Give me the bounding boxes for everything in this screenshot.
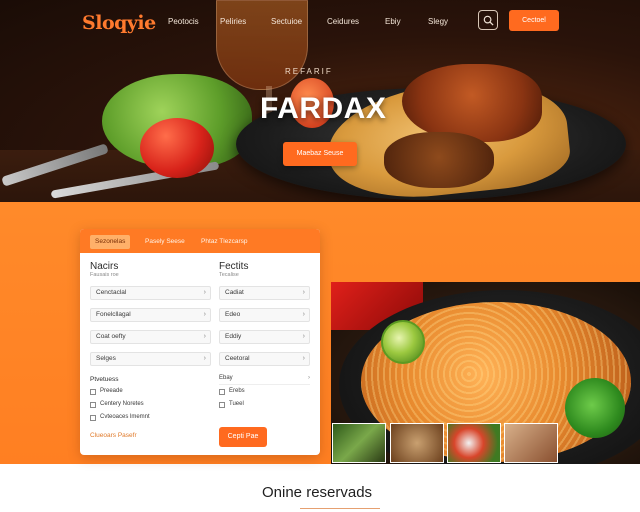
select-label: Coat oefty (96, 333, 126, 340)
checkbox-label: Preeade (100, 388, 123, 394)
nav-link-2[interactable]: Peliries (220, 17, 246, 26)
select-label: Fonelcllagal (96, 311, 131, 318)
tomato-image (140, 118, 214, 178)
right-select-3[interactable]: Eddiy › (219, 330, 310, 344)
left-column-subtitle: Fausais roe (90, 272, 119, 278)
option-row-label: Ebay (219, 375, 233, 381)
select-label: Edeo (225, 311, 241, 318)
checkbox-icon (90, 415, 96, 421)
left-select-3[interactable]: Coat oefty › (90, 330, 211, 344)
search-icon (483, 15, 494, 26)
site-logo[interactable]: Sloqyie (82, 12, 156, 34)
chevron-right-icon: › (302, 289, 305, 296)
right-column-subtitle: Tecalise (219, 272, 239, 278)
checkbox-icon (90, 402, 96, 408)
hero-button[interactable]: Maebaz Seuse (283, 142, 357, 166)
tab-2[interactable]: Pasely Seese (140, 235, 190, 249)
chevron-right-icon: › (203, 355, 206, 362)
right-column-heading: Fectits (219, 261, 249, 272)
checkbox-label: Centery Noretes (100, 401, 144, 407)
reservation-form-card: Sezonelas Pasely Seese Phtaz Tlezcarsp N… (80, 229, 320, 455)
select-label: Eddiy (225, 333, 242, 340)
nav-link-6[interactable]: Slegy (428, 17, 448, 26)
search-button[interactable] (478, 10, 498, 30)
option-row-3[interactable]: Tueel (219, 401, 310, 411)
checkbox-icon (219, 402, 225, 408)
left-select-1[interactable]: Cenctaclal › (90, 286, 211, 300)
options-section-label: Ptvetuess (90, 376, 119, 383)
option-checkbox-1[interactable]: Preeade (90, 388, 211, 398)
hero-kicker: REFARIF (285, 67, 333, 76)
checkbox-icon (90, 389, 96, 395)
right-select-1[interactable]: Cadiat › (219, 286, 310, 300)
option-checkbox-2[interactable]: Centery Noretes (90, 401, 211, 411)
option-checkbox-3[interactable]: Cvteoaces lmemnt (90, 414, 211, 424)
checkbox-label: Tueel (229, 401, 244, 407)
select-label: Cenctaclal (96, 289, 127, 296)
checkbox-icon (219, 389, 225, 395)
select-label: Ceetoral (225, 355, 250, 362)
gallery-thumbnail-1[interactable] (332, 423, 386, 463)
chevron-right-icon: › (203, 333, 206, 340)
lime-image (381, 320, 425, 364)
gallery-thumbnail-3[interactable] (447, 423, 501, 463)
left-select-2[interactable]: Fonelcllagal › (90, 308, 211, 322)
left-column-heading: Nacirs (90, 261, 119, 272)
form-footnote-link[interactable]: Clueoars Pasefr (90, 432, 137, 439)
option-row-2[interactable]: Erebs (219, 388, 310, 398)
chevron-right-icon: › (302, 355, 305, 362)
chevron-right-icon: › (302, 333, 305, 340)
chevron-right-icon: › (203, 289, 206, 296)
checkbox-label: Erebs (229, 388, 245, 394)
gallery-thumbnail-2[interactable] (390, 423, 444, 463)
nav-link-5[interactable]: Ebiy (385, 17, 401, 26)
nav-link-1[interactable]: Peotocis (168, 17, 199, 26)
section-title: Onine reservads (262, 484, 373, 501)
right-select-2[interactable]: Edeo › (219, 308, 310, 322)
chevron-right-icon: › (203, 311, 206, 318)
header-cta-button[interactable]: Cectoel (509, 10, 559, 31)
wine-glass-image (216, 0, 308, 90)
gallery-thumbnail-4[interactable] (504, 423, 558, 463)
meat-filling-image (402, 64, 542, 142)
nav-link-3[interactable]: Sectuioe (271, 17, 302, 26)
hero-banner: Sloqyie Peotocis Peliries Sectuioe Ceidu… (0, 0, 640, 202)
hero-title: FARDAX (260, 92, 387, 125)
tab-1[interactable]: Sezonelas (90, 235, 131, 249)
right-select-4[interactable]: Ceetoral › (219, 352, 310, 366)
tab-3[interactable]: Phtaz Tlezcarsp (196, 235, 252, 249)
chevron-right-icon: › (302, 311, 305, 318)
submit-button[interactable]: Cepti Pae (219, 427, 267, 447)
option-row-1[interactable]: Ebay › (219, 375, 310, 385)
nav-link-4[interactable]: Ceidures (327, 17, 359, 26)
meat-filling-lower-image (384, 132, 494, 188)
form-tab-bar: Sezonelas Pasely Seese Phtaz Tlezcarsp (80, 229, 320, 253)
section-title-underline (300, 508, 380, 509)
left-select-4[interactable]: Selges › (90, 352, 211, 366)
checkbox-label: Cvteoaces lmemnt (100, 414, 150, 420)
herb-garnish-image (565, 378, 625, 438)
chevron-right-icon: › (308, 375, 310, 381)
select-label: Selges (96, 355, 116, 362)
select-label: Cadiat (225, 289, 244, 296)
